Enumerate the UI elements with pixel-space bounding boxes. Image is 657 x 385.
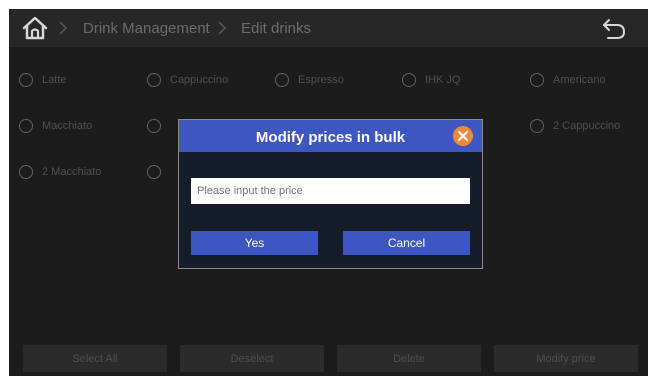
chevron-right-icon: [218, 21, 227, 35]
chevron-right-icon: [59, 21, 68, 35]
dialog-header: Modify prices in bulk: [179, 120, 482, 152]
radio-unchecked-icon[interactable]: [402, 73, 416, 87]
radio-unchecked-icon[interactable]: [19, 73, 33, 87]
drink-label: Cappuccino: [170, 74, 229, 86]
drink-label: Latte: [42, 74, 67, 86]
modify-prices-dialog: Modify prices in bulk Yes Cancel: [178, 119, 483, 269]
radio-unchecked-icon[interactable]: [19, 165, 33, 179]
drink-label: IHK JQ: [425, 74, 461, 86]
drink-label: 2 Macchiato: [42, 166, 102, 178]
radio-unchecked-icon[interactable]: [275, 73, 289, 87]
modify-price-button[interactable]: Modify price: [494, 345, 638, 372]
radio-unchecked-icon[interactable]: [530, 73, 544, 87]
breadcrumb-page: Edit drinks: [241, 20, 312, 37]
radio-unchecked-icon[interactable]: [19, 119, 33, 133]
cancel-button[interactable]: Cancel: [343, 231, 470, 255]
delete-button[interactable]: Delete: [337, 345, 481, 372]
yes-button[interactable]: Yes: [191, 231, 318, 255]
home-icon[interactable]: [21, 15, 49, 41]
top-bar: Drink Management Edit drinks: [9, 9, 648, 47]
price-input[interactable]: [191, 178, 470, 204]
radio-unchecked-icon[interactable]: [147, 165, 161, 179]
radio-unchecked-icon[interactable]: [147, 119, 161, 133]
radio-unchecked-icon[interactable]: [530, 119, 544, 133]
back-arrow-icon[interactable]: [601, 17, 627, 41]
drink-label: Macchiato: [42, 120, 93, 132]
deselect-button[interactable]: Deselect: [180, 345, 324, 372]
close-icon: [458, 131, 468, 141]
drink-label: 2 Cappuccino: [553, 120, 621, 132]
select-all-button[interactable]: Select All: [23, 345, 167, 372]
drink-label: Americano: [553, 74, 606, 86]
close-button[interactable]: [453, 126, 473, 146]
radio-unchecked-icon[interactable]: [147, 73, 161, 87]
dialog-title: Modify prices in bulk: [255, 129, 406, 146]
breadcrumb-section[interactable]: Drink Management: [83, 20, 210, 37]
app-screen: Drink Management Edit drinks Latte Cappu…: [9, 9, 648, 376]
drink-label: Espresso: [298, 74, 344, 86]
